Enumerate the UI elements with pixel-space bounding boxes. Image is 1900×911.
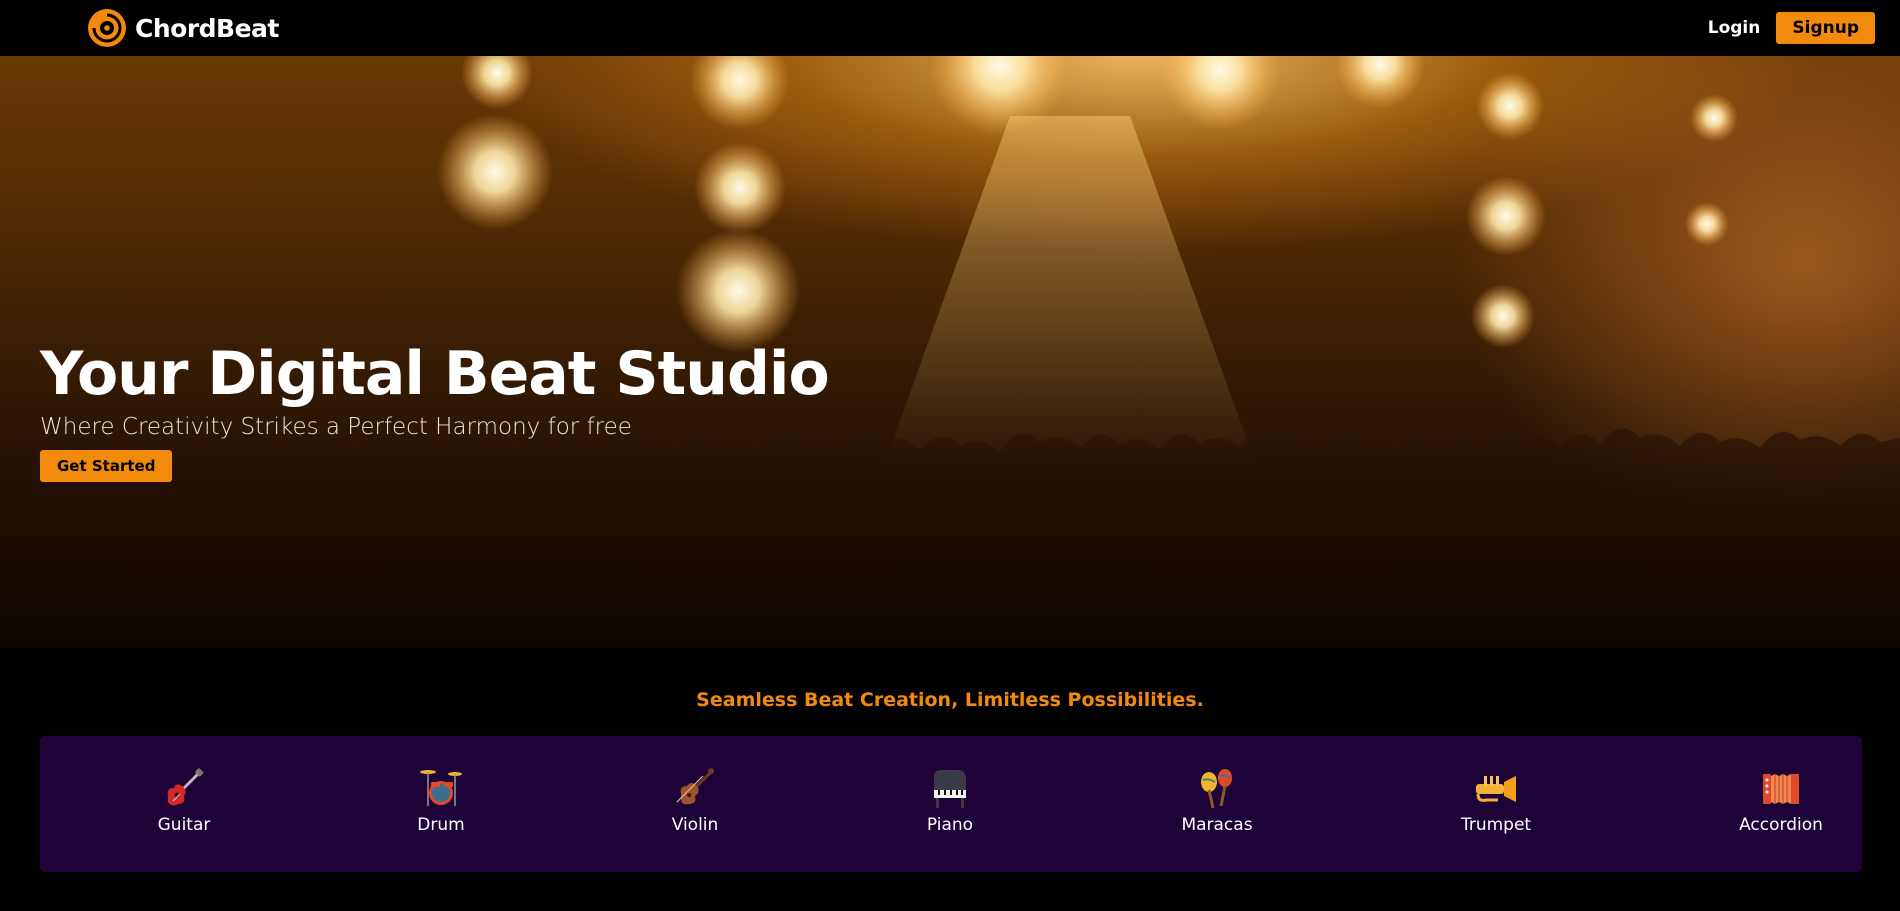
- signup-button[interactable]: Signup: [1776, 12, 1875, 44]
- instrument-label: Maracas: [1181, 815, 1253, 835]
- get-started-button[interactable]: Get Started: [40, 450, 173, 483]
- instrument-label: Accordion: [1739, 815, 1823, 835]
- hero-content: Your Digital Beat Studio Where Creativit…: [40, 339, 830, 483]
- hero-subtitle: Where Creativity Strikes a Perfect Harmo…: [40, 414, 632, 440]
- instrument-trumpet[interactable]: Trumpet: [1426, 766, 1566, 835]
- instrument-label: Violin: [671, 815, 719, 835]
- piano-icon: [934, 770, 966, 808]
- instrument-guitar[interactable]: Guitar: [114, 766, 254, 835]
- instrument-panel: Guitar Drum Violin Piano Maracas Trumpet…: [40, 736, 1862, 872]
- instrument-label: Piano: [926, 815, 974, 835]
- instrument-piano[interactable]: Piano: [880, 766, 1020, 835]
- accordion-icon: [1763, 774, 1799, 804]
- drum-icon: [420, 770, 462, 806]
- trumpet-icon: [1476, 776, 1516, 802]
- instrument-drum[interactable]: Drum: [371, 766, 511, 835]
- login-link[interactable]: Login: [1708, 18, 1761, 38]
- navbar: ChordBeat Login Signup: [0, 0, 1900, 56]
- instrument-label: Trumpet: [1460, 815, 1532, 835]
- violin-icon: [676, 768, 714, 805]
- guitar-icon: [167, 768, 204, 806]
- maracas-icon: [1201, 769, 1232, 809]
- nav-actions: Login Signup: [1708, 12, 1875, 44]
- instrument-violin[interactable]: Violin: [625, 766, 765, 835]
- brand-name: ChordBeat: [135, 13, 279, 43]
- instrument-label: Guitar: [157, 815, 211, 835]
- vinyl-logo-icon: [88, 9, 126, 47]
- instrument-label: Drum: [417, 815, 465, 835]
- brand-logo[interactable]: ChordBeat: [87, 8, 279, 48]
- instrument-accordion[interactable]: Accordion: [1711, 766, 1851, 835]
- hero-banner: Your Digital Beat Studio Where Creativit…: [0, 56, 1900, 648]
- instrument-maracas[interactable]: Maracas: [1147, 766, 1287, 835]
- hero-title: Your Digital Beat Studio: [40, 339, 830, 409]
- features-tagline: Seamless Beat Creation, Limitless Possib…: [696, 689, 1204, 711]
